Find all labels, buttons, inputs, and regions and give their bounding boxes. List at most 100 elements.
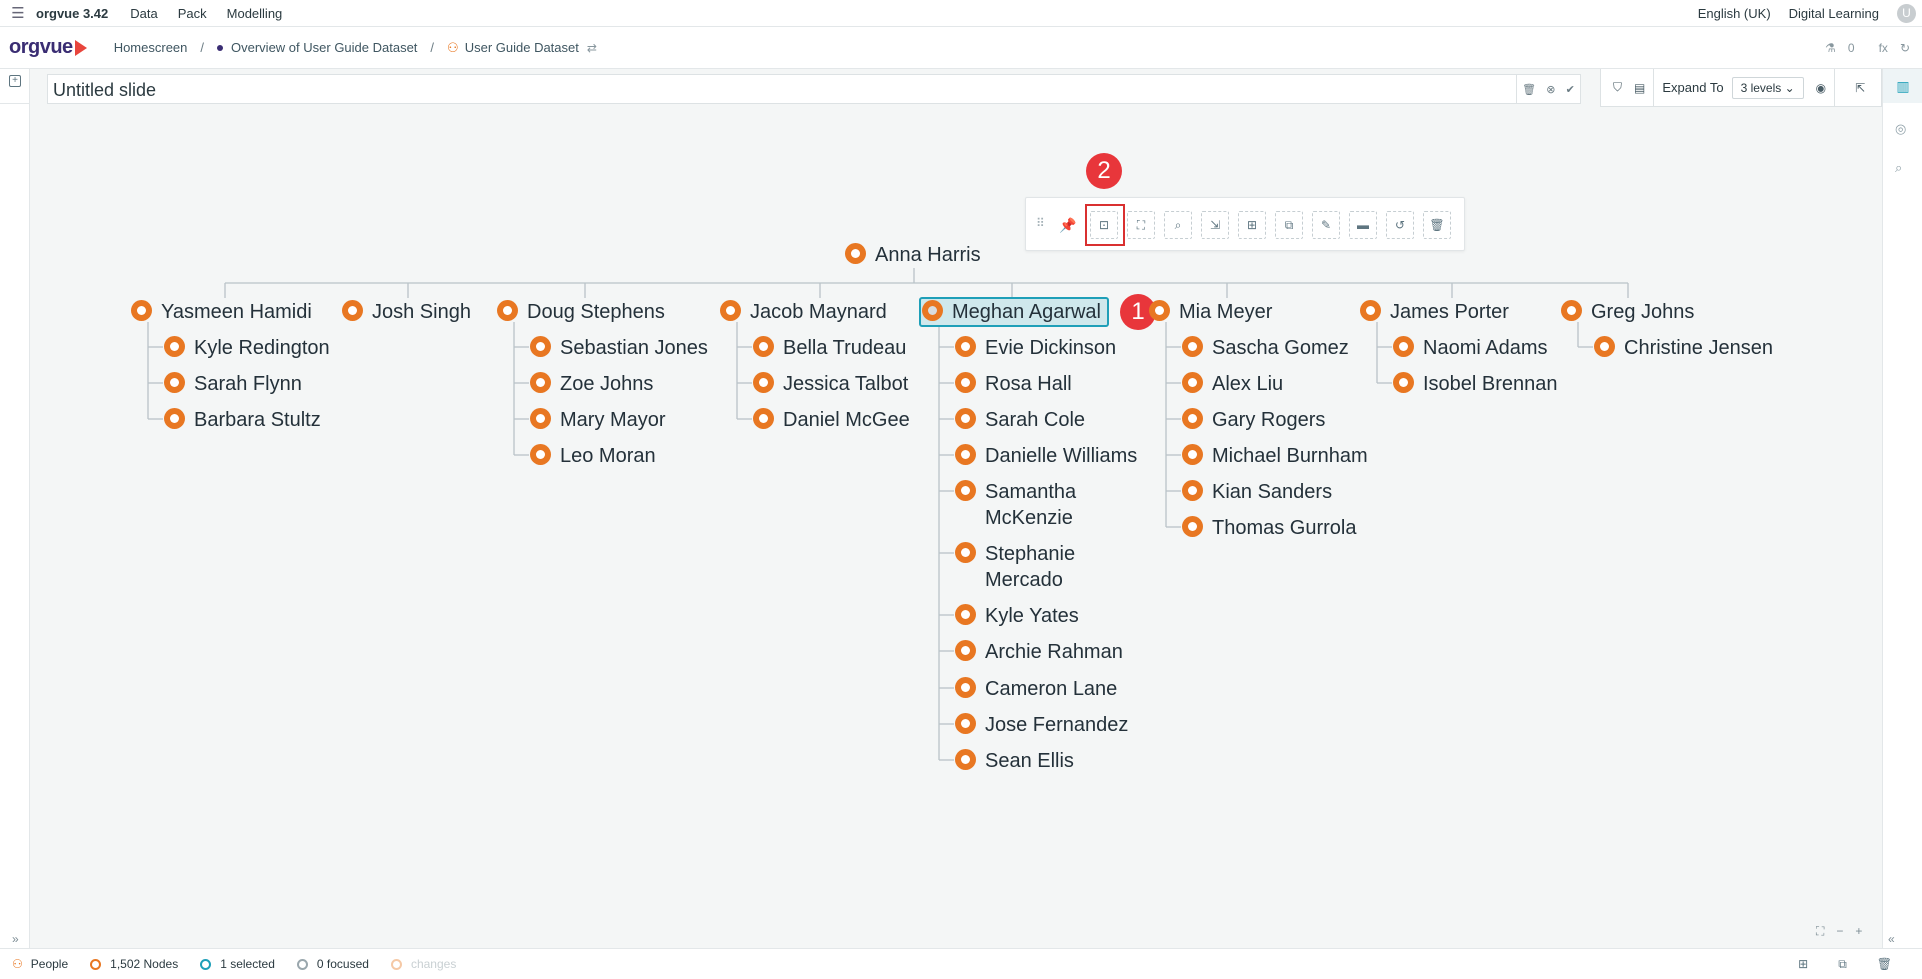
node-dot-icon: [342, 300, 363, 321]
org-node-report[interactable]: Kyle Yates: [955, 603, 1079, 629]
node-name: Jessica Talbot: [783, 373, 909, 395]
undo-icon[interactable]: ↺: [1386, 211, 1414, 239]
org-node-report[interactable]: Danielle Williams: [955, 443, 1137, 469]
node-dot-icon: [1182, 336, 1203, 357]
node-name: Danielle Williams: [985, 445, 1138, 467]
zoom-in-icon[interactable]: +: [1855, 924, 1862, 939]
org-node-report[interactable]: Christine Jensen: [1594, 335, 1773, 361]
org-node-report[interactable]: Naomi Adams: [1393, 335, 1548, 361]
edit-node-icon[interactable]: ✎: [1312, 211, 1340, 239]
node-dot-icon: [530, 336, 551, 357]
org-node-report[interactable]: Jose Fernandez: [955, 712, 1128, 738]
node-name: Sebastian Jones: [560, 337, 708, 359]
changes-status[interactable]: changes: [390, 957, 456, 971]
org-node-report[interactable]: Sarah Flynn: [164, 371, 302, 397]
org-node-report[interactable]: Bella Trudeau: [753, 335, 906, 361]
org-node-report[interactable]: Stephanie Mercado: [955, 541, 1125, 593]
node-dot-icon: [1393, 336, 1414, 357]
org-node-manager[interactable]: Yasmeen Hamidi: [131, 299, 312, 325]
org-node-manager[interactable]: Greg Johns: [1561, 299, 1694, 325]
node-dot-icon: [1182, 444, 1203, 465]
fullscreen-icon[interactable]: ⛶: [1816, 924, 1824, 939]
org-node-report[interactable]: Alex Liu: [1182, 371, 1283, 397]
org-node-report[interactable]: Gary Rogers: [1182, 407, 1325, 433]
org-node-report[interactable]: Sebastian Jones: [530, 335, 708, 361]
node-name: Bella Trudeau: [783, 337, 907, 359]
node-dot-icon: [955, 372, 976, 393]
nodes-status[interactable]: 1,502 Nodes: [90, 957, 178, 971]
node-name: Rosa Hall: [985, 373, 1072, 395]
org-node-report[interactable]: Archie Rahman: [955, 639, 1123, 665]
org-node-report[interactable]: Sean Ellis: [955, 748, 1074, 774]
dataset-status[interactable]: ⚇ People: [12, 957, 68, 971]
nodes-count: 1,502 Nodes: [110, 957, 179, 971]
node-dot-icon: [1594, 336, 1615, 357]
node-dot-icon: [753, 336, 774, 357]
node-dot-icon: [530, 444, 551, 465]
org-node-manager-selected[interactable]: Meghan Agarwal: [922, 299, 1101, 325]
org-node-report[interactable]: Jessica Talbot: [753, 371, 908, 397]
node-dot-icon: [1393, 372, 1414, 393]
add-node-icon[interactable]: ⊞: [1238, 211, 1266, 239]
org-node-manager[interactable]: James Porter: [1360, 299, 1509, 325]
node-dot-icon: [164, 372, 185, 393]
org-node-report[interactable]: Samantha McKenzie: [955, 479, 1125, 531]
node-name: Sean Ellis: [985, 750, 1074, 772]
remove-node-icon[interactable]: ▬: [1349, 211, 1377, 239]
node-name: Doug Stephens: [527, 301, 665, 323]
node-dot-icon: [1360, 300, 1381, 321]
org-node-report[interactable]: Rosa Hall: [955, 371, 1072, 397]
org-node-report[interactable]: Zoe Johns: [530, 371, 653, 397]
node-name: Sarah Flynn: [194, 373, 302, 395]
node-name: Barbara Stultz: [194, 409, 321, 431]
node-dot-icon: [1182, 408, 1203, 429]
delete-node-icon[interactable]: 🗑: [1423, 211, 1451, 239]
duplicate-icon[interactable]: ⧉: [1838, 957, 1847, 972]
trash-icon[interactable]: 🗑: [1877, 957, 1892, 972]
org-node-report[interactable]: Kyle Redington: [164, 335, 330, 361]
org-node-report[interactable]: Daniel McGee: [753, 407, 910, 433]
zoom-out-icon[interactable]: −: [1836, 924, 1843, 939]
node-dot-icon: [922, 300, 943, 321]
node-dot-icon: [955, 444, 976, 465]
org-node-report[interactable]: Leo Moran: [530, 443, 656, 469]
focused-status[interactable]: 0 focused: [296, 957, 369, 971]
org-node-report[interactable]: Barbara Stultz: [164, 407, 321, 433]
org-node-report[interactable]: Thomas Gurrola: [1182, 515, 1357, 541]
org-node-manager[interactable]: Josh Singh: [342, 299, 471, 325]
org-node-root[interactable]: Anna Harris: [845, 242, 981, 268]
node-dot-icon: [1149, 300, 1170, 321]
fit-view-icon[interactable]: ⛶: [1127, 211, 1155, 239]
node-name: Michael Burnham: [1212, 445, 1368, 467]
node-dot-icon: [955, 542, 976, 563]
org-node-report[interactable]: Michael Burnham: [1182, 443, 1368, 469]
org-node-manager[interactable]: Doug Stephens: [497, 299, 665, 325]
expand-left-panel-icon[interactable]: »: [12, 932, 19, 946]
org-node-report[interactable]: Cameron Lane: [955, 676, 1117, 702]
org-node-manager[interactable]: Mia Meyer: [1149, 299, 1272, 325]
changes-icon: [390, 958, 402, 970]
search-node-icon[interactable]: ⌕: [1164, 211, 1192, 239]
node-icon: [90, 958, 102, 970]
node-dot-icon: [530, 372, 551, 393]
org-node-report[interactable]: Isobel Brennan: [1393, 371, 1558, 397]
org-node-report[interactable]: Evie Dickinson: [955, 335, 1116, 361]
node-name: Isobel Brennan: [1423, 373, 1558, 395]
node-name: Kyle Redington: [194, 337, 330, 359]
org-node-report[interactable]: Mary Mayor: [530, 407, 666, 433]
drag-handle-icon[interactable]: ⠿: [1036, 216, 1045, 230]
node-dot-icon: [955, 640, 976, 661]
collapse-right-panel-icon[interactable]: «: [1888, 932, 1895, 946]
org-node-report[interactable]: Sarah Cole: [955, 407, 1085, 433]
move-node-icon[interactable]: ⇲: [1201, 211, 1229, 239]
org-node-manager[interactable]: Jacob Maynard: [720, 299, 887, 325]
node-name: Leo Moran: [560, 445, 656, 467]
node-dot-icon: [955, 749, 976, 770]
pin-icon[interactable]: 📌: [1054, 211, 1082, 239]
org-node-report[interactable]: Sascha Gomez: [1182, 335, 1349, 361]
org-node-report[interactable]: Kian Sanders: [1182, 479, 1332, 505]
selected-status[interactable]: 1 selected: [200, 957, 275, 971]
node-name: Archie Rahman: [985, 641, 1123, 663]
add-icon[interactable]: ⊞: [1798, 957, 1808, 972]
copy-node-icon[interactable]: ⧉: [1275, 211, 1303, 239]
